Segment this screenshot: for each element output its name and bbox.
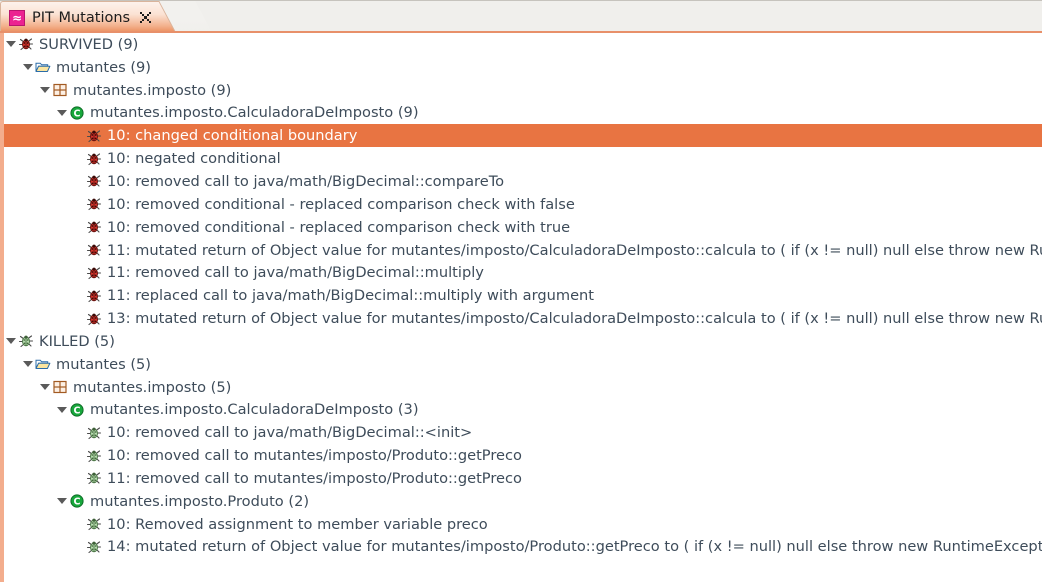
chevron-down-icon[interactable]: [23, 361, 33, 368]
tree-row-label: SURVIVED (9): [39, 35, 139, 53]
class-icon: C: [69, 402, 85, 418]
tree-row[interactable]: SURVIVED (9): [4, 33, 1042, 56]
tree-row[interactable]: 14: mutated return of Object value for m…: [4, 536, 1042, 559]
killed-bug-icon: [86, 470, 102, 486]
tree-row-label: 10: removed call to java/math/BigDecimal…: [107, 424, 473, 442]
chevron-down-icon[interactable]: [57, 109, 67, 116]
class-icon: C: [69, 105, 85, 121]
tree-row-label: mutantes.imposto.CalculadoraDeImposto (3…: [90, 401, 419, 419]
tree-row[interactable]: 10: removed conditional - replaced compa…: [4, 193, 1042, 216]
survived-bug-icon: [86, 265, 102, 281]
tree-row[interactable]: mutantes.imposto (9): [4, 79, 1042, 102]
chevron-down-icon[interactable]: [57, 498, 67, 505]
tree-row-label: mutantes (9): [56, 58, 151, 76]
tree-row[interactable]: Cmutantes.imposto.CalculadoraDeImposto (…: [4, 102, 1042, 125]
tree-row-label: 10: changed conditional boundary: [107, 127, 358, 145]
pit-icon-glyph: ≈: [11, 10, 23, 25]
tree-row[interactable]: 11: replaced call to java/math/BigDecima…: [4, 284, 1042, 307]
mutations-tree[interactable]: SURVIVED (9) mutantes (9) mutantes.imposto…: [0, 33, 1042, 582]
killed-bug-icon: [18, 333, 34, 349]
tree-row[interactable]: Cmutantes.imposto.Produto (2): [4, 490, 1042, 513]
tree-row[interactable]: 11: removed call to mutantes/imposto/Pro…: [4, 467, 1042, 490]
tree-row[interactable]: mutantes.imposto (5): [4, 376, 1042, 399]
tree-row[interactable]: 10: removed call to java/math/BigDecimal…: [4, 421, 1042, 444]
survived-bug-icon: [86, 173, 102, 189]
tree-row[interactable]: 11: removed call to java/math/BigDecimal…: [4, 261, 1042, 284]
survived-bug-icon: [18, 36, 34, 52]
folder-icon: [35, 59, 51, 75]
tree-row-label: mutantes.imposto.CalculadoraDeImposto (9…: [90, 104, 419, 122]
tree-row-label: 11: removed call to java/math/BigDecimal…: [107, 264, 484, 282]
pit-mutations-icon: ≈: [9, 9, 25, 26]
tab-bar: ≈ PIT Mutations: [0, 0, 1042, 33]
survived-bug-icon: [86, 151, 102, 167]
svg-text:C: C: [74, 497, 81, 508]
tree-row[interactable]: mutantes (9): [4, 56, 1042, 79]
survived-bug-icon: [86, 242, 102, 258]
survived-bug-icon: [86, 128, 102, 144]
tab-pit-mutations[interactable]: ≈ PIT Mutations: [0, 1, 213, 31]
tree-row-label: 11: replaced call to java/math/BigDecima…: [107, 287, 595, 305]
killed-bug-icon: [86, 516, 102, 532]
killed-bug-icon: [86, 539, 102, 555]
tree-row-label: 10: negated conditional: [107, 150, 281, 168]
survived-bug-icon: [86, 288, 102, 304]
killed-bug-icon: [86, 448, 102, 464]
tree-row-label: mutantes.imposto (9): [73, 81, 232, 99]
survived-bug-icon: [86, 219, 102, 235]
tree-row-label: 10: removed conditional - replaced compa…: [107, 195, 575, 213]
tree-row-label: 10: removed conditional - replaced compa…: [107, 218, 571, 236]
package-icon: [52, 379, 68, 395]
tree-row-label: 11: removed call to mutantes/imposto/Pro…: [107, 469, 522, 487]
tree-row-label: 10: removed call to mutantes/imposto/Pro…: [107, 447, 522, 465]
tree-row[interactable]: 10: removed call to mutantes/imposto/Pro…: [4, 444, 1042, 467]
tree-row[interactable]: 10: changed conditional boundary: [4, 124, 1042, 148]
tree-row-label: 10: removed call to java/math/BigDecimal…: [107, 172, 505, 190]
tree-row-label: 14: mutated return of Object value for m…: [107, 538, 1042, 556]
tree-row-label: 11: mutated return of Object value for m…: [107, 241, 1042, 259]
chevron-down-icon[interactable]: [57, 406, 67, 413]
folder-icon: [35, 356, 51, 372]
chevron-down-icon[interactable]: [40, 87, 50, 94]
tree-row[interactable]: 10: removed conditional - replaced compa…: [4, 216, 1042, 239]
svg-text:C: C: [74, 109, 81, 120]
tree-row[interactable]: 13: mutated return of Object value for m…: [4, 307, 1042, 330]
tab-title: PIT Mutations: [32, 9, 131, 26]
class-icon: C: [69, 493, 85, 509]
tree-row[interactable]: 10: removed call to java/math/BigDecimal…: [4, 170, 1042, 193]
tree-row-label: mutantes.imposto.Produto (2): [90, 492, 310, 510]
survived-bug-icon: [86, 311, 102, 327]
chevron-down-icon[interactable]: [40, 384, 50, 391]
tree-row-label: 10: Removed assignment to member variabl…: [107, 515, 488, 533]
tree-row[interactable]: 11: mutated return of Object value for m…: [4, 239, 1042, 262]
tree-row[interactable]: mutantes (5): [4, 353, 1042, 376]
chevron-down-icon[interactable]: [6, 338, 16, 345]
tree-row[interactable]: Cmutantes.imposto.CalculadoraDeImposto (…: [4, 399, 1042, 422]
chevron-down-icon[interactable]: [6, 41, 16, 48]
package-icon: [52, 82, 68, 98]
tree-row-label: mutantes.imposto (5): [73, 378, 232, 396]
pit-mutations-view: ≈ PIT Mutations SURVIVED (9) mutantes (9)…: [0, 0, 1042, 582]
tree-row[interactable]: KILLED (5): [4, 330, 1042, 353]
tree-row-label: mutantes (5): [56, 355, 151, 373]
tab-edge: [158, 1, 213, 31]
tree-row-label: 13: mutated return of Object value for m…: [107, 310, 1042, 328]
svg-text:C: C: [74, 406, 81, 417]
tree-row[interactable]: 10: Removed assignment to member variabl…: [4, 513, 1042, 536]
tree-row[interactable]: 10: negated conditional: [4, 147, 1042, 170]
killed-bug-icon: [86, 425, 102, 441]
survived-bug-icon: [86, 196, 102, 212]
close-icon[interactable]: [139, 11, 152, 24]
chevron-down-icon[interactable]: [23, 64, 33, 71]
tree-row-label: KILLED (5): [39, 332, 115, 350]
